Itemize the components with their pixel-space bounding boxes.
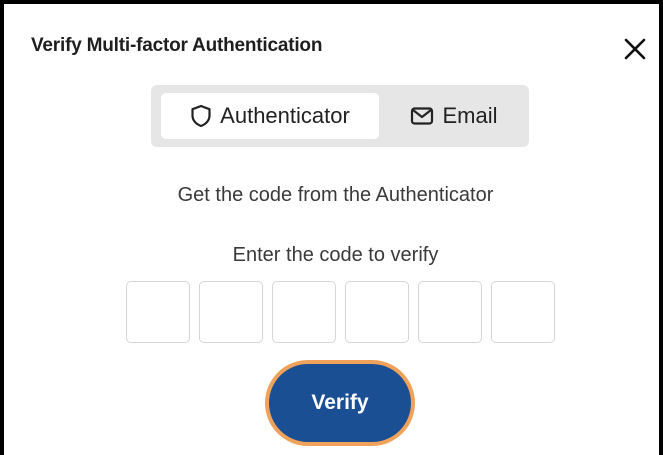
enter-code-text: Enter the code to verify (232, 244, 439, 266)
code-digit-4[interactable] (345, 281, 409, 343)
close-button[interactable] (620, 34, 650, 64)
code-digit-6[interactable] (491, 281, 555, 343)
tab-email[interactable]: Email (387, 93, 521, 139)
shield-icon (190, 104, 212, 128)
tab-authenticator-label: Authenticator (220, 103, 350, 128)
code-digit-1[interactable] (126, 281, 190, 343)
mail-icon (410, 106, 434, 126)
code-input-group (126, 281, 556, 343)
code-source-text: Get the code from the Authenticator (177, 184, 494, 206)
dialog-title: Verify Multi-factor Authentication (31, 35, 323, 56)
code-digit-3[interactable] (272, 281, 336, 343)
code-digit-5[interactable] (418, 281, 482, 343)
verify-button-label: Verify (311, 391, 369, 414)
tab-email-label: Email (442, 103, 498, 128)
mfa-dialog: Verify Multi-factor Authentication Authe… (0, 0, 663, 455)
code-digit-2[interactable] (199, 281, 263, 343)
close-icon (624, 38, 646, 60)
method-selector: Authenticator Email (151, 85, 529, 147)
tab-authenticator[interactable]: Authenticator (161, 93, 379, 139)
verify-button[interactable]: Verify (265, 360, 415, 446)
